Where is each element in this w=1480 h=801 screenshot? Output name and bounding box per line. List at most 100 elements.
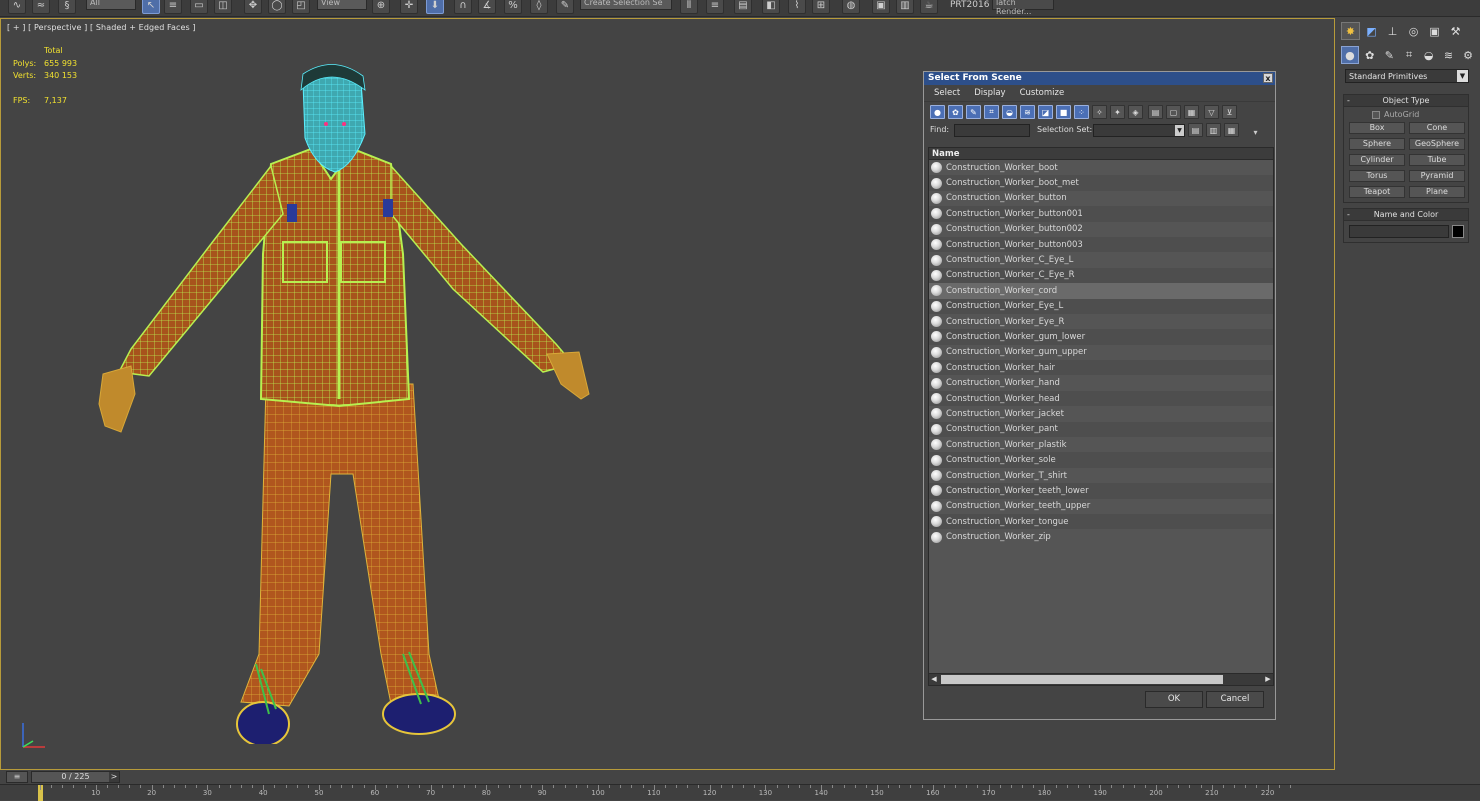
list-item[interactable]: Construction_Worker_Eye_R [929, 314, 1273, 329]
rendered-frame-window-icon[interactable]: ▥ [896, 0, 914, 14]
keyboard-shortcut-override-icon[interactable]: ⬇ [426, 0, 444, 14]
select-object-icon[interactable]: ↖ [142, 0, 160, 14]
cone-button[interactable]: Cone [1409, 122, 1465, 134]
spinner-snap-icon[interactable]: ◊ [530, 0, 548, 14]
time-slider[interactable]: 0 / 225 > [31, 771, 120, 783]
list-item[interactable]: Construction_Worker_hair [929, 360, 1273, 376]
list-item[interactable]: Construction_Worker_gum_upper [929, 345, 1273, 360]
select-invert-icon[interactable]: ▦ [1184, 105, 1199, 119]
list-item[interactable]: Construction_Worker_cord [929, 283, 1273, 299]
list-item[interactable]: Construction_Worker_plastik [929, 437, 1273, 452]
pyramid-button[interactable]: Pyramid [1409, 170, 1465, 182]
rectangular-region-icon[interactable]: ▭ [190, 0, 208, 14]
motion-tab-icon[interactable]: ◎ [1404, 22, 1423, 40]
tube-button[interactable]: Tube [1409, 154, 1465, 166]
list-item[interactable]: Construction_Worker_C_Eye_R [929, 267, 1273, 284]
mirror-icon[interactable]: ⫴ [680, 0, 698, 14]
list-item[interactable]: Construction_Worker_boot_met [929, 175, 1273, 191]
find-input[interactable] [954, 124, 1030, 137]
plane-button[interactable]: Plane [1409, 186, 1465, 198]
object-name-input[interactable] [1349, 225, 1449, 238]
reference-coordinate-dropdown[interactable]: View [317, 0, 367, 10]
display-invert-icon[interactable]: ◈ [1128, 105, 1143, 119]
scale-icon[interactable]: ◰ [292, 0, 310, 14]
menu-customize[interactable]: Customize [1020, 88, 1065, 98]
lights-icon[interactable]: ✎ [1381, 46, 1399, 64]
list-item[interactable]: Construction_Worker_hand [929, 375, 1273, 390]
dialog-title-bar[interactable]: Select From Scene x [924, 72, 1275, 85]
display-cameras-icon[interactable]: ⌗ [984, 105, 999, 119]
list-item[interactable]: Construction_Worker_T_shirt [929, 468, 1273, 483]
remove-from-set-icon[interactable]: ▦ [1224, 123, 1239, 137]
selection-filter-dropdown[interactable]: All [86, 0, 136, 10]
viewport-label[interactable]: [ + ] [ Perspective ] [ Shaded + Edged F… [7, 23, 196, 32]
display-xrefs-icon[interactable]: ■ [1056, 105, 1071, 119]
list-item[interactable]: Construction_Worker_teeth_lower [929, 483, 1273, 499]
sphere-button[interactable]: Sphere [1349, 138, 1405, 150]
select-manipulate-icon[interactable]: ✛ [400, 0, 418, 14]
filter-options-icon[interactable]: ⊻ [1222, 105, 1237, 119]
timeline-ruler[interactable]: 10 20 30 40 50 60 70 80 90 100 110 120 130 140 150 160 1… [0, 784, 1480, 801]
display-none-icon[interactable]: ✦ [1110, 105, 1125, 119]
shapes-icon[interactable]: ✿ [1361, 46, 1379, 64]
list-item[interactable]: Construction_Worker_button001 [929, 206, 1273, 222]
unlink-icon[interactable]: ≈ [32, 0, 50, 14]
scroll-left-icon[interactable]: ◀ [929, 674, 939, 685]
scroll-right-icon[interactable]: ▶ [1263, 674, 1273, 685]
list-item[interactable]: Construction_Worker_gum_lower [929, 329, 1273, 345]
ok-button[interactable]: OK [1145, 691, 1203, 708]
window-crossing-icon[interactable]: ◫ [214, 0, 232, 14]
create-tab-icon[interactable]: ✸ [1341, 22, 1360, 40]
list-item[interactable]: Construction_Worker_boot [929, 160, 1273, 175]
select-all-icon[interactable]: ▤ [1148, 105, 1163, 119]
menu-select[interactable]: Select [934, 88, 960, 98]
snaps-toggle-icon[interactable]: ∩ [454, 0, 472, 14]
filter-icon[interactable]: ▽ [1204, 105, 1219, 119]
display-spacewarps-icon[interactable]: ≋ [1020, 105, 1035, 119]
angle-snap-icon[interactable]: ∡ [478, 0, 496, 14]
torus-button[interactable]: Torus [1349, 170, 1405, 182]
display-helpers-icon[interactable]: ◒ [1002, 105, 1017, 119]
name-column-header[interactable]: Name [929, 148, 1273, 160]
list-item[interactable]: Construction_Worker_jacket [929, 406, 1273, 421]
object-color-swatch[interactable] [1452, 225, 1464, 238]
hierarchy-tab-icon[interactable]: ⊥ [1383, 22, 1402, 40]
pivot-center-icon[interactable]: ⊕ [372, 0, 390, 14]
batch-render-button[interactable]: latch Render... [992, 0, 1054, 16]
list-item[interactable]: Construction_Worker_sole [929, 452, 1273, 468]
render-production-icon[interactable]: ☕ [920, 0, 938, 14]
cylinder-button[interactable]: Cylinder [1349, 154, 1405, 166]
systems-icon[interactable]: ⚙ [1459, 46, 1477, 64]
list-item[interactable]: Construction_Worker_zip [929, 529, 1273, 544]
selection-set-dropdown[interactable]: ▼ [1093, 124, 1185, 137]
cancel-button[interactable]: Cancel [1206, 691, 1264, 708]
link-icon[interactable]: ∿ [8, 0, 26, 14]
percent-snap-icon[interactable]: % [504, 0, 522, 14]
curve-editor-icon[interactable]: ⌇ [788, 0, 806, 14]
cameras-icon[interactable]: ⌗ [1400, 46, 1418, 64]
object-type-header[interactable]: - Object Type [1344, 95, 1468, 107]
space-warps-icon[interactable]: ≋ [1440, 46, 1458, 64]
schematic-view-icon[interactable]: ⊞ [812, 0, 830, 14]
helpers-icon[interactable]: ◒ [1420, 46, 1438, 64]
prt-label[interactable]: PRT2016 [950, 0, 989, 10]
utilities-tab-icon[interactable]: ⚒ [1446, 22, 1465, 40]
geosphere-button[interactable]: GeoSphere [1409, 138, 1465, 150]
display-groups-icon[interactable]: ◪ [1038, 105, 1053, 119]
close-icon[interactable]: x [1263, 73, 1273, 83]
box-button[interactable]: Box [1349, 122, 1405, 134]
align-icon[interactable]: ≡ [706, 0, 724, 14]
list-item[interactable]: Construction_Worker_tongue [929, 513, 1273, 530]
display-geometry-icon[interactable]: ● [930, 105, 945, 119]
list-item[interactable]: Construction_Worker_head [929, 390, 1273, 407]
display-tab-icon[interactable]: ▣ [1425, 22, 1444, 40]
autogrid-checkbox[interactable]: AutoGrid [1372, 110, 1468, 119]
layer-manager-icon[interactable]: ▤ [734, 0, 752, 14]
trackbar-toggle-icon[interactable]: ≡ [6, 771, 28, 783]
geometry-category-dropdown[interactable]: Standard Primitives ▼ [1345, 69, 1469, 83]
geometry-icon[interactable]: ● [1341, 46, 1359, 64]
list-item[interactable]: Construction_Worker_teeth_upper [929, 499, 1273, 514]
rotate-icon[interactable]: ◯ [268, 0, 286, 14]
display-bones-icon[interactable]: ⁘ [1074, 105, 1089, 119]
select-none-icon[interactable]: ▢ [1166, 105, 1181, 119]
